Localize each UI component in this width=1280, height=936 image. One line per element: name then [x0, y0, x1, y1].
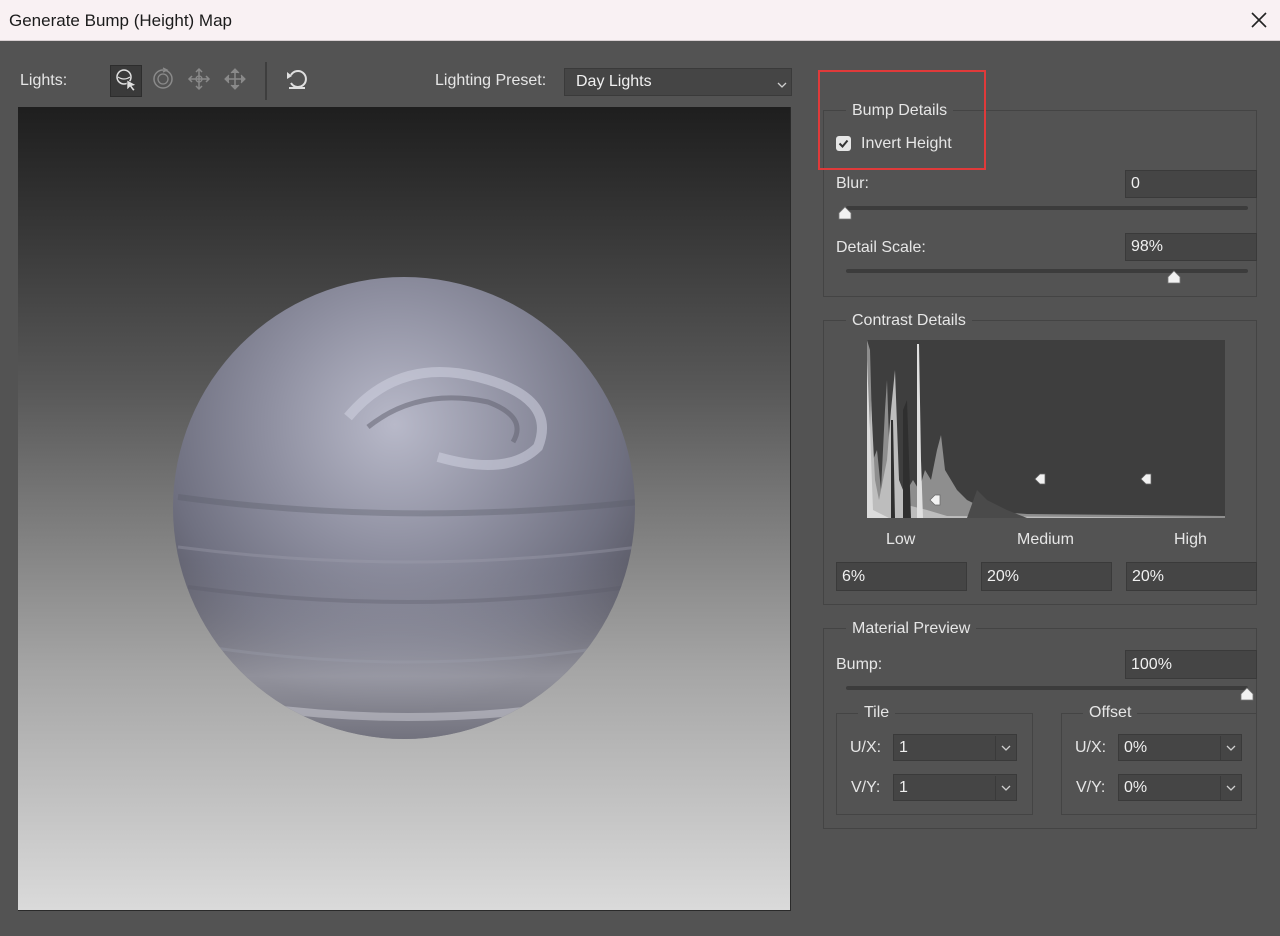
sphere-preview	[173, 277, 635, 739]
detail-scale-label: Detail Scale:	[836, 239, 926, 256]
bump-slider-track[interactable]	[846, 686, 1248, 690]
reset-lights-button[interactable]	[281, 65, 313, 97]
high-value: 20%	[1132, 567, 1165, 585]
offset-legend: Offset	[1083, 704, 1138, 722]
detail-scale-slider-track[interactable]	[846, 269, 1248, 273]
medium-label: Medium	[1017, 531, 1074, 548]
chevron-down-icon[interactable]	[995, 776, 1016, 800]
offset-ux-label: U/X:	[1075, 739, 1107, 756]
invert-height-checkbox[interactable]	[836, 136, 851, 151]
blur-label: Blur:	[836, 175, 869, 192]
bump-details-legend: Bump Details	[846, 102, 954, 120]
tile-legend: Tile	[858, 704, 896, 722]
chevron-down-icon[interactable]	[1220, 736, 1241, 760]
lights-label: Lights:	[20, 72, 68, 89]
high-marker[interactable]	[1140, 472, 1152, 490]
select-light-button[interactable]	[110, 65, 142, 97]
tile-ux-label: U/X:	[850, 739, 882, 756]
close-icon[interactable]	[1247, 8, 1271, 32]
3d-preview-viewport[interactable]	[18, 107, 791, 911]
lighting-preset-label: Lighting Preset:	[435, 72, 547, 89]
pan-light-button[interactable]	[219, 65, 251, 97]
bump-value: 100%	[1131, 655, 1172, 673]
offset-ux-combo[interactable]: 0%	[1118, 734, 1242, 761]
rotate-icon	[150, 66, 176, 97]
low-field[interactable]: 6%	[836, 562, 967, 591]
low-marker[interactable]	[929, 493, 941, 511]
pan-icon	[222, 66, 248, 97]
chevron-down-icon[interactable]	[995, 736, 1016, 760]
offset-ux-value: 0%	[1124, 738, 1148, 756]
detail-scale-value: 98%	[1131, 238, 1164, 255]
material-preview-legend: Material Preview	[846, 620, 977, 638]
detail-scale-field[interactable]: 98%	[1125, 233, 1257, 261]
contrast-histogram[interactable]	[867, 340, 1225, 518]
tile-vy-label: V/Y:	[851, 779, 881, 796]
move-light-button[interactable]	[183, 65, 215, 97]
select-light-icon	[113, 66, 139, 97]
window-title: Generate Bump (Height) Map	[9, 11, 232, 30]
toolbar-separator	[265, 62, 267, 100]
chevron-down-icon[interactable]	[1220, 776, 1241, 800]
detail-scale-slider-thumb[interactable]	[1167, 270, 1181, 284]
blur-slider-track[interactable]	[846, 206, 1248, 210]
contrast-details-legend: Contrast Details	[846, 312, 972, 330]
lighting-preset-select[interactable]: Day Lights	[564, 68, 792, 96]
tile-vy-value: 1	[899, 778, 908, 796]
invert-height-label: Invert Height	[861, 135, 952, 152]
low-value: 6%	[842, 567, 866, 585]
offset-vy-combo[interactable]: 0%	[1118, 774, 1242, 801]
tile-ux-value: 1	[899, 738, 908, 756]
medium-marker[interactable]	[1034, 472, 1046, 490]
medium-value: 20%	[987, 567, 1020, 585]
blur-field[interactable]: 0	[1125, 170, 1257, 198]
offset-vy-value: 0%	[1124, 778, 1148, 796]
blur-value: 0	[1131, 175, 1140, 192]
medium-field[interactable]: 20%	[981, 562, 1112, 591]
offset-vy-label: V/Y:	[1076, 779, 1106, 796]
checkmark-icon	[838, 139, 849, 148]
reset-icon	[284, 66, 310, 97]
tile-vy-combo[interactable]: 1	[893, 774, 1017, 801]
highlight-box	[818, 70, 986, 170]
chevron-down-icon	[777, 77, 787, 88]
high-label: High	[1174, 531, 1207, 548]
bump-label: Bump:	[836, 656, 883, 673]
title-bar: Generate Bump (Height) Map	[0, 0, 1280, 41]
rotate-light-button[interactable]	[147, 65, 179, 97]
move-icon	[186, 66, 212, 97]
tile-ux-combo[interactable]: 1	[893, 734, 1017, 761]
blur-slider-thumb[interactable]	[838, 206, 852, 220]
low-label: Low	[886, 531, 916, 548]
high-field[interactable]: 20%	[1126, 562, 1257, 591]
lighting-preset-value: Day Lights	[576, 73, 652, 90]
bump-field[interactable]: 100%	[1125, 650, 1257, 679]
bump-slider-thumb[interactable]	[1240, 687, 1254, 701]
